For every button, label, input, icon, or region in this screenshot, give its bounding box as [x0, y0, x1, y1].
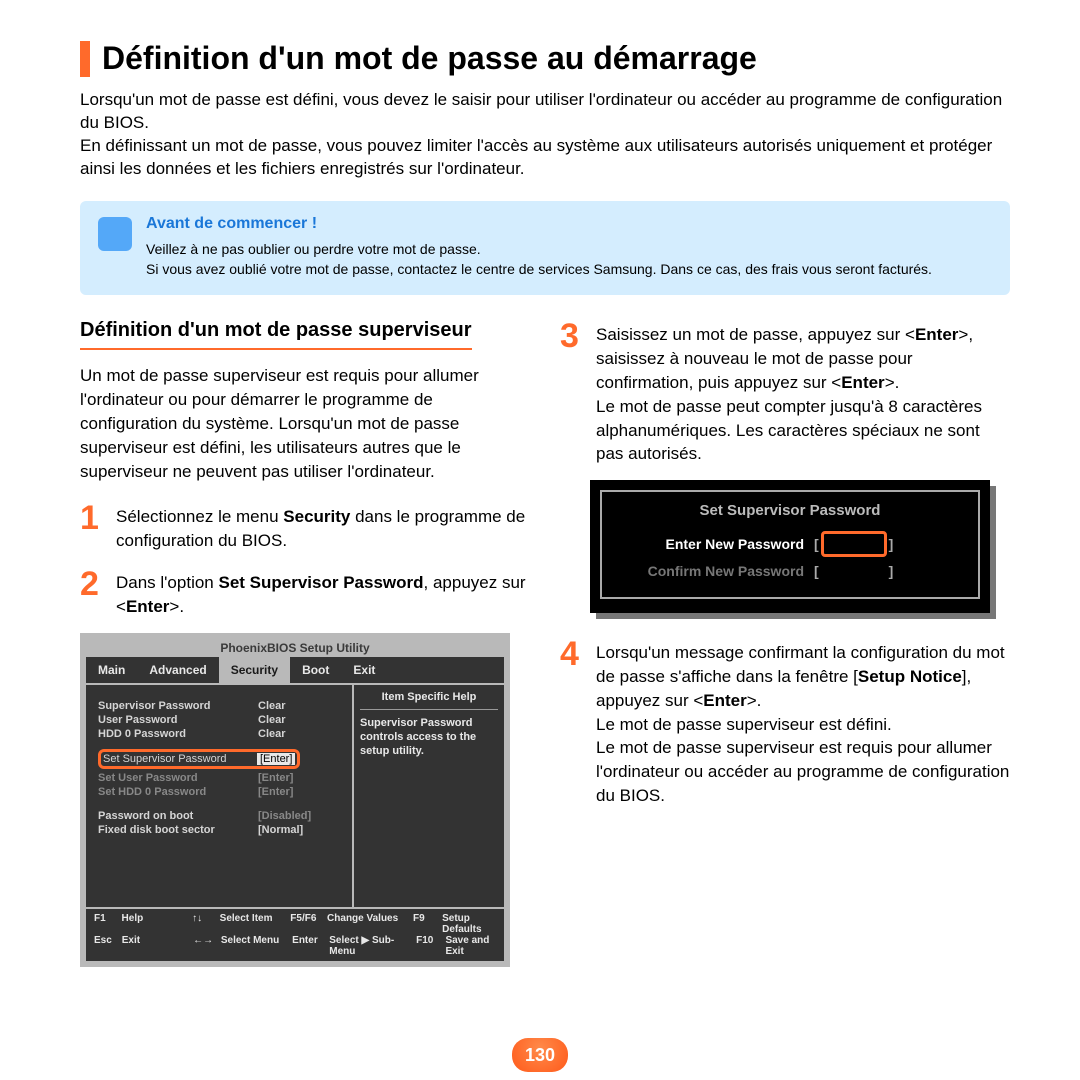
bios-screenshot: PhoenixBIOS Setup Utility Main Advanced … [80, 633, 510, 967]
bios-menu-main: Main [86, 657, 137, 683]
bios-left-pane: Supervisor PasswordClear User PasswordCl… [86, 685, 354, 907]
password-dialog-title: Set Supervisor Password [614, 502, 966, 519]
intro-line-1: Lorsqu'un mot de passe est défini, vous … [80, 90, 1002, 132]
password-dialog: Set Supervisor Password Enter New Passwo… [590, 480, 990, 613]
bios-right-pane: Item Specific Help Supervisor Password c… [354, 685, 504, 907]
bios-help-text: Supervisor Password controls access to t… [360, 710, 498, 759]
section-heading: Définition d'un mot de passe superviseur [80, 319, 472, 350]
step-number: 4 [560, 637, 586, 808]
password-row-enter: Enter New Password [] [614, 529, 966, 559]
bios-row: HDD 0 PasswordClear [98, 727, 342, 741]
notice-body: Veillez à ne pas oublier ou perdre votre… [146, 239, 932, 280]
step-text: Lorsqu'un message confirmant la configur… [596, 637, 1010, 808]
step-1: 1 Sélectionnez le menu Security dans le … [80, 501, 530, 553]
bios-row: Fixed disk boot sector[Normal] [98, 823, 342, 837]
bios-row: Set User Password[Enter] [98, 771, 342, 785]
left-column: Définition d'un mot de passe superviseur… [80, 319, 530, 966]
password-row-confirm: Confirm New Password [] [614, 559, 966, 583]
bios-menu-bar: Main Advanced Security Boot Exit [86, 657, 504, 683]
bios-menu-exit: Exit [341, 657, 387, 683]
bios-utility-title: PhoenixBIOS Setup Utility [86, 639, 504, 657]
page-title-row: Définition d'un mot de passe au démarrag… [80, 40, 1010, 77]
bios-menu-security: Security [219, 657, 290, 683]
step-2: 2 Dans l'option Set Supervisor Password,… [80, 567, 530, 619]
bios-menu-advanced: Advanced [137, 657, 218, 683]
step-number: 1 [80, 501, 106, 553]
password-field-highlight [821, 531, 887, 557]
supervisor-intro: Un mot de passe superviseur est requis p… [80, 364, 530, 483]
bios-window: Main Advanced Security Boot Exit Supervi… [86, 657, 504, 961]
right-column: 3 Saisissez un mot de passe, appuyez sur… [560, 319, 1010, 966]
bios-footer: F1Help ↑↓Select Item F5/F6Change Values … [86, 907, 504, 961]
bios-row: Password on boot[Disabled] [98, 809, 342, 823]
title-accent-bar [80, 41, 90, 77]
page-title: Définition d'un mot de passe au démarrag… [102, 40, 757, 77]
notice-title: Avant de commencer ! [146, 215, 932, 233]
bios-row: Set HDD 0 Password[Enter] [98, 785, 342, 799]
bios-row: User PasswordClear [98, 713, 342, 727]
bios-body: Supervisor PasswordClear User PasswordCl… [86, 683, 504, 907]
step-text: Saisissez un mot de passe, appuyez sur <… [596, 319, 1010, 466]
intro-paragraph: Lorsqu'un mot de passe est défini, vous … [80, 89, 1010, 181]
intro-line-2: En définissant un mot de passe, vous pou… [80, 136, 992, 178]
info-icon [98, 217, 132, 251]
page-number-badge: 130 [512, 1038, 568, 1072]
bios-menu-boot: Boot [290, 657, 341, 683]
step-4: 4 Lorsqu'un message confirmant la config… [560, 637, 1010, 808]
step-3: 3 Saisissez un mot de passe, appuyez sur… [560, 319, 1010, 466]
content-columns: Définition d'un mot de passe superviseur… [80, 319, 1010, 966]
password-field [821, 561, 887, 581]
step-text: Sélectionnez le menu Security dans le pr… [116, 501, 530, 553]
step-number: 2 [80, 567, 106, 619]
password-dialog-inner: Set Supervisor Password Enter New Passwo… [600, 490, 980, 599]
step-text: Dans l'option Set Supervisor Password, a… [116, 567, 530, 619]
bios-help-title: Item Specific Help [360, 689, 498, 710]
notice-box: Avant de commencer ! Veillez à ne pas ou… [80, 201, 1010, 296]
step-number: 3 [560, 319, 586, 466]
bios-row: Supervisor PasswordClear [98, 699, 342, 713]
notice-content: Avant de commencer ! Veillez à ne pas ou… [146, 215, 932, 280]
bios-row-highlight: Set Supervisor Password[Enter] [98, 749, 300, 769]
